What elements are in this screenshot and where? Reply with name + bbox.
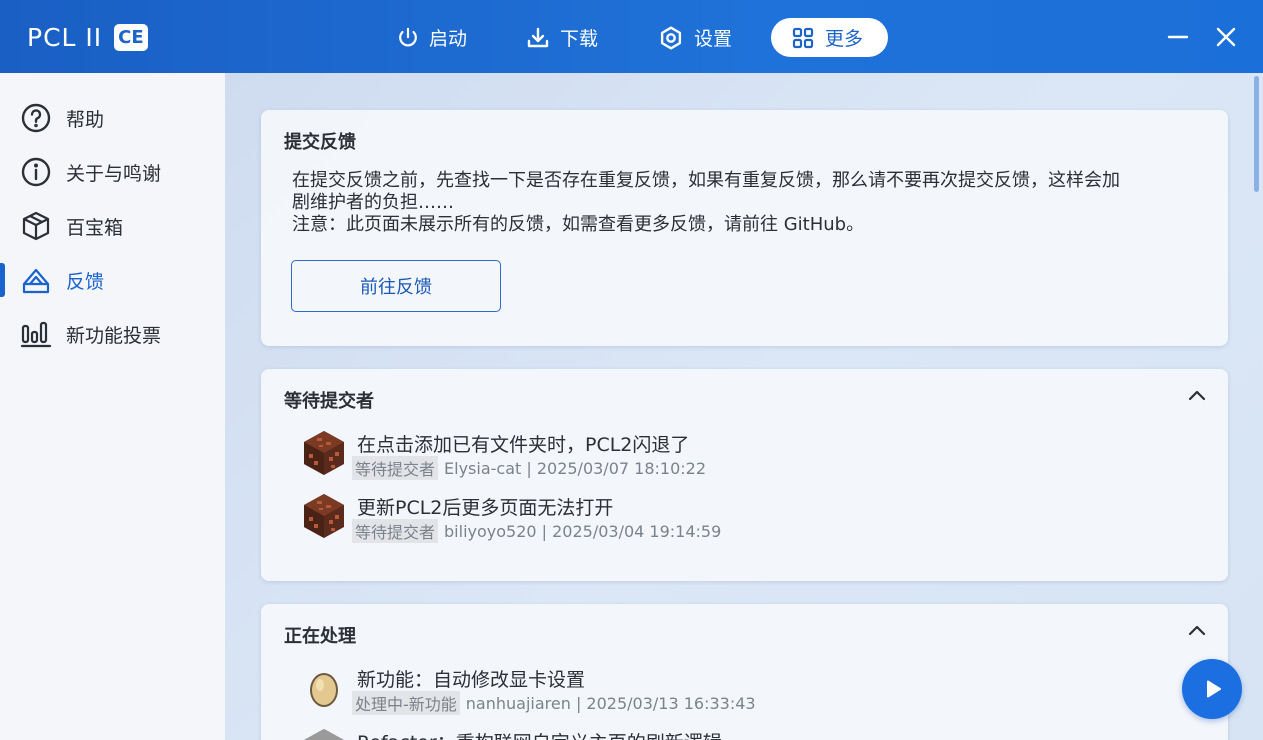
issue-author-date: Elysia-cat | 2025/03/07 18:10:22 <box>444 458 706 478</box>
nav-settings-label: 设置 <box>694 28 733 50</box>
chevron-up-icon[interactable] <box>1188 624 1206 636</box>
feedback-description: 在提交反馈之前，先查找一下是否存在重复反馈，如果有重复反馈，那么请不要再次提交反… <box>292 170 1202 236</box>
issue-author-date: biliyoyo520 | 2025/03/04 19:14:59 <box>444 521 722 541</box>
sidebar-item-label: 关于与鸣谢 <box>66 163 162 185</box>
minimize-button[interactable] <box>1163 22 1193 52</box>
chevron-up-icon[interactable] <box>1188 389 1206 401</box>
issue-meta: 等待提交者 Elysia-cat | 2025/03/07 18:10:22 <box>352 456 706 480</box>
vote-chart-icon <box>20 321 52 348</box>
active-indicator <box>0 263 5 297</box>
nav-settings[interactable]: 设置 <box>638 18 752 57</box>
nav-download[interactable]: 下载 <box>506 18 618 57</box>
settings-icon <box>660 26 682 49</box>
status-badge: 等待提交者 <box>352 519 439 543</box>
info-icon <box>21 157 51 187</box>
issue-title: Refactor：重构联网自定义主页的刷新逻辑 <box>357 728 722 740</box>
processing-card: 正在处理 新功能：自动修改显卡设置 处理中-新功能 nanhuajiaren |… <box>261 604 1228 740</box>
nav-more[interactable]: 更多 <box>771 18 888 57</box>
issue-title: 在点击添加已有文件夹时，PCL2闪退了 <box>357 434 690 456</box>
help-icon <box>21 103 51 133</box>
launch-game-button[interactable] <box>1182 659 1242 719</box>
power-icon <box>399 27 417 46</box>
redstone-lamp-icon <box>304 431 344 475</box>
feedback-card: 提交反馈 在提交反馈之前，先查找一下是否存在重复反馈，如果有重复反馈，那么请不要… <box>261 110 1228 346</box>
play-icon <box>1206 680 1222 698</box>
feedback-text-line: 注意：此页面未展示所有的反馈，如需查看更多反馈，请前往 GitHub。 <box>292 214 865 235</box>
feedback-text-line: 剧维护者的负担…… <box>292 192 454 213</box>
issue-meta: 等待提交者 biliyoyo520 | 2025/03/04 19:14:59 <box>352 519 721 543</box>
top-nav: 启动 下载 设置 更多 <box>0 0 1263 73</box>
card-title: 等待提交者 <box>284 391 374 412</box>
sidebar-item-label: 新功能投票 <box>66 325 162 347</box>
status-badge: 等待提交者 <box>352 456 439 480</box>
go-feedback-button[interactable]: 前往反馈 <box>291 260 501 312</box>
sidebar-item-label: 反馈 <box>66 271 105 293</box>
redstone-lamp-icon <box>304 494 344 538</box>
sidebar-item-help[interactable]: 帮助 <box>0 92 225 142</box>
feedback-text-line: 在提交反馈之前，先查找一下是否存在重复反馈，如果有重复反馈，那么请不要再次提交反… <box>292 170 1120 191</box>
issue-meta: 处理中-新功能 nanhuajiaren | 2025/03/13 16:33:… <box>352 691 756 715</box>
grid-icon <box>792 27 814 48</box>
nav-launch-label: 启动 <box>429 28 468 50</box>
card-title: 正在处理 <box>284 626 356 647</box>
close-button[interactable] <box>1211 22 1241 52</box>
title-bar: PCL II CE 启动 下载 设置 更多 <box>0 0 1263 73</box>
feedback-icon <box>22 268 50 294</box>
sidebar-item-label: 百宝箱 <box>66 217 124 239</box>
status-badge: 处理中-新功能 <box>352 691 460 715</box>
sidebar-item-label: 帮助 <box>66 109 105 131</box>
anvil-icon <box>304 729 344 740</box>
close-icon <box>1216 27 1236 47</box>
issue-title: 新功能：自动修改显卡设置 <box>357 669 586 691</box>
sidebar: 帮助 关于与鸣谢 百宝箱 反馈 新功能投票 <box>0 73 225 740</box>
nav-more-label: 更多 <box>825 28 864 50</box>
waiting-card: 等待提交者 在点击添加已有文件夹时，PCL2闪退了 等待提交者 Elysia-c… <box>261 369 1228 581</box>
scrollbar[interactable] <box>1254 76 1259 192</box>
nav-download-label: 下载 <box>560 28 599 50</box>
egg-icon <box>310 673 338 707</box>
box-icon <box>22 211 50 241</box>
issue-title: 更新PCL2后更多页面无法打开 <box>357 497 614 519</box>
sidebar-item-feedback[interactable]: 反馈 <box>0 254 225 304</box>
issue-author-date: nanhuajiaren | 2025/03/13 16:33:43 <box>465 693 756 713</box>
sidebar-item-vote[interactable]: 新功能投票 <box>0 308 225 358</box>
nav-launch[interactable]: 启动 <box>377 18 487 57</box>
minimize-icon <box>1167 35 1189 39</box>
card-title: 提交反馈 <box>284 132 356 153</box>
sidebar-item-toolbox[interactable]: 百宝箱 <box>0 200 225 250</box>
download-icon <box>527 27 549 47</box>
sidebar-item-about[interactable]: 关于与鸣谢 <box>0 146 225 196</box>
